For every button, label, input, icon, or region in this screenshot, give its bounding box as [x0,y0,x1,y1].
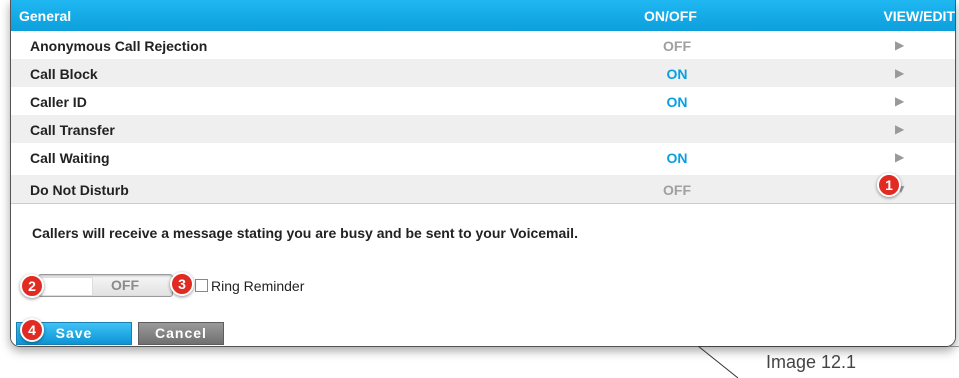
callout-badge-1: 1 [877,173,901,197]
toggle-state-text: OFF [111,277,139,293]
row-label: Caller ID [30,94,87,110]
row-anonymous-call-rejection[interactable]: Anonymous Call Rejection OFF ▶ [11,31,955,59]
header-onoff: ON/OFF [644,8,697,24]
ring-reminder-checkbox[interactable] [195,279,208,292]
header-view-edit: VIEW/EDIT [883,8,955,24]
arrow-right-icon[interactable]: ▶ [895,150,904,164]
cancel-button[interactable]: Cancel [139,323,223,344]
arrow-right-icon[interactable]: ▶ [895,122,904,136]
feature-description: Callers will receive a message stating y… [32,225,578,241]
row-label: Call Waiting [30,150,110,166]
callout-badge-2: 2 [20,274,44,298]
row-state: ON [666,150,688,166]
image-caption: Image 12.1 [766,352,857,372]
row-label: Call Transfer [30,122,115,138]
row-state: ON [666,66,688,82]
callout-badge-4: 4 [20,318,44,342]
toggle-knob[interactable] [41,277,93,296]
row-do-not-disturb[interactable]: Do Not Disturb OFF ▼ [11,175,955,203]
arrow-right-icon[interactable]: ▶ [895,38,904,52]
row-state: ON [666,94,688,110]
row-state: OFF [663,38,691,54]
ring-reminder-label[interactable]: Ring Reminder [211,278,304,294]
table-header: General ON/OFF VIEW/EDIT [11,0,955,31]
row-label: Anonymous Call Rejection [30,38,208,54]
arrow-right-icon[interactable]: ▶ [895,66,904,80]
row-label: Call Block [30,66,98,82]
row-label: Do Not Disturb [30,182,129,198]
row-call-waiting[interactable]: Call Waiting ON ▶ [11,143,955,171]
header-general: General [19,8,72,24]
row-call-block[interactable]: Call Block ON ▶ [11,59,955,87]
row-state: OFF [663,182,691,198]
arrow-right-icon[interactable]: ▶ [895,94,904,108]
row-caller-id[interactable]: Caller ID ON ▶ [11,87,955,115]
on-off-toggle[interactable]: OFF [38,274,173,297]
row-call-transfer[interactable]: Call Transfer ▶ [11,115,955,143]
do-not-disturb-details: Callers will receive a message stating y… [11,203,955,346]
callout-badge-3: 3 [170,272,194,296]
settings-panel: General ON/OFF VIEW/EDIT Anonymous Call … [10,0,956,347]
